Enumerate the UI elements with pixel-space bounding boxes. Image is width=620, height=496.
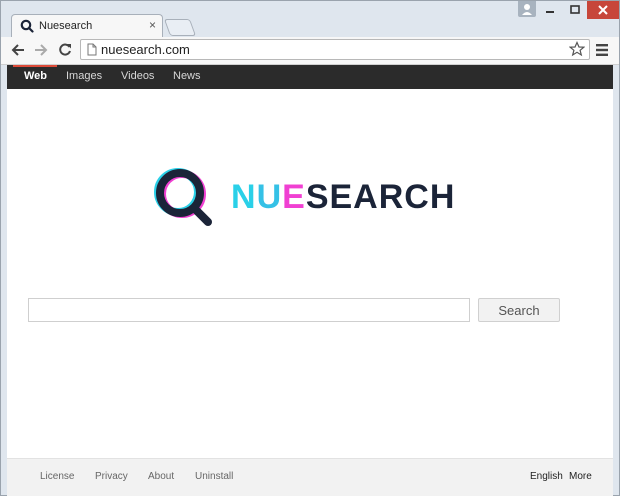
reload-icon[interactable] [56, 41, 74, 59]
footer-link-about[interactable]: About [148, 471, 174, 482]
active-tab-indicator [13, 65, 57, 67]
minimize-icon[interactable] [537, 1, 563, 19]
new-tab-button[interactable] [163, 19, 197, 36]
close-icon[interactable] [587, 1, 619, 19]
page-icon [87, 43, 97, 56]
forward-arrow-icon[interactable] [32, 41, 50, 59]
language-link[interactable]: English [530, 471, 563, 482]
footer-link-license[interactable]: License [40, 471, 74, 482]
footer: License Privacy About Uninstall English … [7, 458, 613, 496]
star-icon[interactable] [569, 41, 585, 57]
logo-letter-u: U [256, 178, 283, 216]
address-bar[interactable]: nuesearch.com [80, 39, 590, 60]
title-bar: Nuesearch × [1, 1, 619, 37]
browser-window: Nuesearch × nuesearch.com Web Images Vid… [0, 0, 620, 496]
browser-tab[interactable]: Nuesearch × [11, 14, 163, 37]
magnifier-logo-icon [154, 168, 212, 226]
nuesearch-favicon-icon [20, 19, 34, 33]
url-text: nuesearch.com [101, 42, 190, 57]
logo-letters-search: SEARCH [305, 178, 456, 216]
browser-toolbar: nuesearch.com [1, 37, 619, 65]
logo-wordmark: NUESEARCH [231, 178, 455, 217]
more-link[interactable]: More [569, 471, 592, 482]
nav-web[interactable]: Web [24, 70, 47, 82]
footer-link-uninstall[interactable]: Uninstall [195, 471, 233, 482]
back-arrow-icon[interactable] [9, 41, 27, 59]
maximize-icon[interactable] [563, 1, 589, 19]
nav-videos[interactable]: Videos [121, 70, 154, 82]
tab-title: Nuesearch [39, 20, 93, 32]
tab-close-icon[interactable]: × [149, 18, 156, 32]
logo-letter-n: N [231, 178, 257, 216]
logo-letter-e: E [282, 178, 306, 216]
nav-images[interactable]: Images [66, 70, 102, 82]
user-icon[interactable] [518, 1, 536, 17]
footer-link-privacy[interactable]: Privacy [95, 471, 128, 482]
page-content: Web Images Videos News NUESEARCH Search … [7, 65, 613, 496]
search-input[interactable] [28, 298, 470, 322]
menu-icon[interactable] [595, 42, 609, 58]
nuesearch-logo: NUESEARCH [153, 168, 483, 230]
search-button[interactable]: Search [478, 298, 560, 322]
search-category-nav: Web Images Videos News [7, 65, 613, 89]
nav-news[interactable]: News [173, 70, 201, 82]
